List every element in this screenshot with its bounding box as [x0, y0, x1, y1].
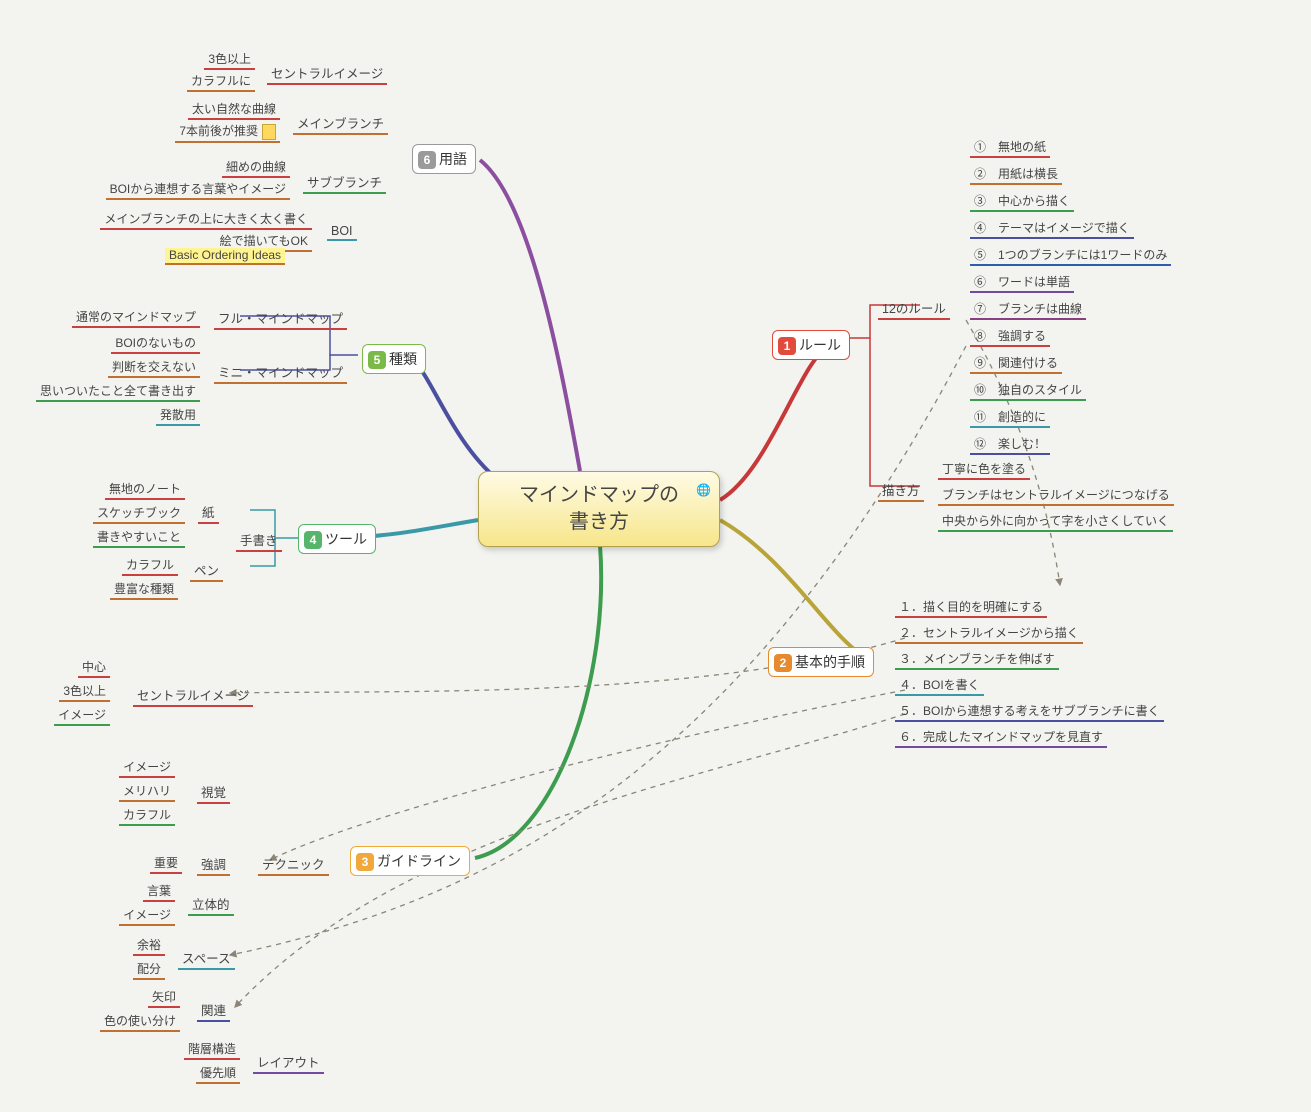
- g-technique-hdr[interactable]: テクニック: [258, 854, 329, 875]
- rulesdraw-item: 中央から外に向かって字を小さくしていく: [938, 512, 1173, 531]
- kinds-mini-hdr[interactable]: ミニ・マインドマップ: [214, 362, 347, 383]
- branch-badge-6: 6: [418, 151, 436, 169]
- rules12-item: ⑦ ブランチは曲線: [970, 300, 1086, 319]
- g_sp-item: 余裕: [133, 936, 165, 955]
- branch-label-4: ツール: [325, 531, 367, 547]
- g-visual-hdr[interactable]: 視覚: [197, 782, 230, 803]
- tool-hand-hdr[interactable]: 手書き: [236, 530, 282, 551]
- branch-6[interactable]: 6用語: [412, 144, 476, 174]
- rules12-item: ⑩ 独自のスタイル: [970, 381, 1086, 400]
- branch-label-5: 種類: [389, 351, 417, 367]
- branch-badge-2: 2: [774, 654, 792, 672]
- branch-3[interactable]: 3ガイドライン: [350, 846, 470, 876]
- g_lay-item: 優先順: [196, 1064, 240, 1083]
- k_mini-item: 判断を交えない: [108, 358, 200, 377]
- branch-label-1: ルール: [799, 337, 841, 353]
- steps2-item: ６．完成したマインドマップを見直す: [895, 728, 1107, 747]
- rules12-item: ① 無地の紙: [970, 138, 1050, 157]
- y_ci-item: 3色以上: [204, 50, 255, 69]
- steps2-item: ３．メインブランチを伸ばす: [895, 650, 1059, 669]
- steps2-item: ５．BOIから連想する考えをサブブランチに書く: [895, 702, 1164, 721]
- k_mini-item: 発散用: [156, 406, 200, 425]
- g_vis-item: カラフル: [119, 806, 175, 825]
- rules12-item: ⑨ 関連付ける: [970, 354, 1062, 373]
- branch-2[interactable]: 2基本的手順: [768, 647, 874, 677]
- rules12-item: ⑫ 楽しむ！: [970, 435, 1050, 454]
- term-boi-note: Basic Ordering Ideas: [165, 248, 285, 264]
- g-centralimg-hdr[interactable]: セントラルイメージ: [133, 685, 253, 706]
- g_vis-item: メリハリ: [119, 782, 175, 801]
- y_ci-item: カラフルに: [187, 72, 255, 91]
- branch-badge-1: 1: [778, 337, 796, 355]
- term-boi-hdr[interactable]: BOI: [327, 224, 357, 240]
- y_sub-item: 細めの曲線: [222, 158, 290, 177]
- rules-12-header[interactable]: 12のルール: [878, 298, 950, 319]
- k_mini-item: BOIのないもの: [111, 334, 200, 353]
- branch-4[interactable]: 4ツール: [298, 524, 376, 554]
- term-sub-hdr[interactable]: サブブランチ: [303, 172, 386, 193]
- g_3d-item: 言葉: [143, 882, 175, 901]
- tool-pen-hdr[interactable]: ペン: [190, 560, 223, 581]
- steps2-item: １．描く目的を明確にする: [895, 598, 1047, 617]
- rules12-item: ⑪ 創造的に: [970, 408, 1050, 427]
- g_emp-item: 重要: [150, 854, 182, 873]
- branch-5[interactable]: 5種類: [362, 344, 426, 374]
- g_lay-item: 階層構造: [184, 1040, 240, 1059]
- t_paper-item: 無地のノート: [105, 480, 185, 499]
- g_vis-item: イメージ: [119, 758, 175, 777]
- t_pen-item: カラフル: [122, 556, 178, 575]
- g-emph-hdr[interactable]: 強調: [197, 854, 230, 875]
- rules12-item: ④ テーマはイメージで描く: [970, 219, 1134, 238]
- t_pen-item: 豊富な種類: [110, 580, 178, 599]
- term-main-hdr[interactable]: メインブランチ: [293, 113, 388, 134]
- central-topic[interactable]: マインドマップの書き方 🌐: [478, 471, 720, 547]
- central-label: マインドマップの書き方: [519, 482, 679, 536]
- t_paper-item: 書きやすいこと: [93, 528, 185, 547]
- rules12-item: ⑤ 1つのブランチには1ワードのみ: [970, 246, 1171, 265]
- branch-1[interactable]: 1ルール: [772, 330, 850, 360]
- g_rel-item: 矢印: [148, 988, 180, 1007]
- g_ci-item: 中心: [78, 658, 110, 677]
- steps2-item: ２．セントラルイメージから描く: [895, 624, 1083, 643]
- rules12-item: ② 用紙は横長: [970, 165, 1062, 184]
- g_ci-item: 3色以上: [59, 682, 110, 701]
- kinds-full-hdr[interactable]: フル・マインドマップ: [214, 308, 347, 329]
- globe-icon: 🌐: [696, 482, 711, 498]
- y_main-item: 太い自然な曲線: [188, 100, 280, 119]
- rules12-item: ⑧ 強調する: [970, 327, 1050, 346]
- branch-label-2: 基本的手順: [795, 654, 865, 670]
- rules12-item: ③ 中心から描く: [970, 192, 1074, 211]
- rules-draw-header[interactable]: 描き方: [878, 480, 924, 501]
- g-layout-hdr[interactable]: レイアウト: [253, 1052, 324, 1073]
- t_paper-item: スケッチブック: [93, 504, 185, 523]
- g_ci-item: イメージ: [54, 706, 110, 725]
- rulesdraw-item: 丁寧に色を塗る: [938, 460, 1030, 479]
- branch-label-3: ガイドライン: [377, 853, 461, 869]
- g-3d-hdr[interactable]: 立体的: [188, 894, 234, 915]
- g_rel-item: 色の使い分け: [100, 1012, 180, 1031]
- steps2-item: ４．BOIを書く: [895, 676, 984, 695]
- g_sp-item: 配分: [133, 960, 165, 979]
- k_mini-item: 思いついたこと全て書き出す: [36, 382, 200, 401]
- g_3d-item: イメージ: [119, 906, 175, 925]
- branch-badge-3: 3: [356, 853, 374, 871]
- term-ci-hdr[interactable]: セントラルイメージ: [267, 63, 387, 84]
- branch-label-6: 用語: [439, 151, 467, 167]
- y_boi-item: メインブランチの上に大きく太く書く: [100, 210, 312, 229]
- tool-paper-hdr[interactable]: 紙: [198, 502, 219, 523]
- rulesdraw-item: ブランチはセントラルイメージにつなげる: [938, 486, 1174, 505]
- rules12-item: ⑥ ワードは単語: [970, 273, 1074, 292]
- branch-badge-5: 5: [368, 351, 386, 369]
- g-rel-hdr[interactable]: 関連: [197, 1000, 230, 1021]
- g-space-hdr[interactable]: スペース: [178, 948, 235, 969]
- branch-badge-4: 4: [304, 531, 322, 549]
- k_full-item: 通常のマインドマップ: [72, 308, 200, 327]
- y_sub-item: BOIから連想する言葉やイメージ: [106, 180, 290, 199]
- note-icon: [262, 124, 276, 140]
- y_main-item: 7本前後が推奨: [175, 122, 280, 142]
